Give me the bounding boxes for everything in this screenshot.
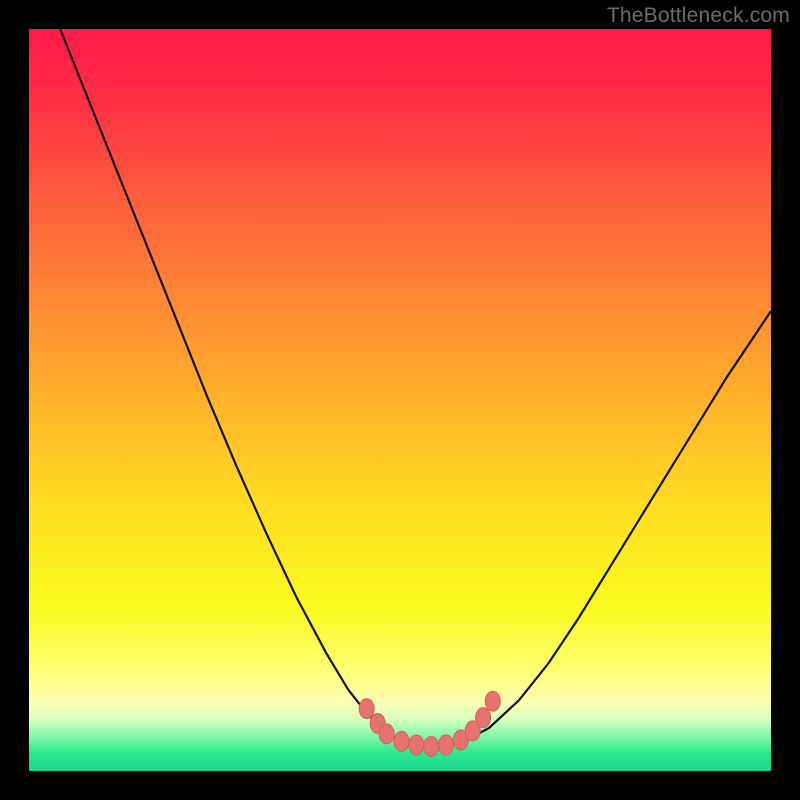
bottleneck-curve xyxy=(29,29,771,771)
curve-bead xyxy=(476,708,491,728)
curve-bead xyxy=(409,735,424,755)
curve-bead xyxy=(485,691,500,711)
outer-frame: TheBottleneck.com xyxy=(0,0,800,800)
curve-bead xyxy=(359,699,374,719)
plot-area xyxy=(29,29,771,771)
curve-bead xyxy=(379,724,394,744)
watermark-text: TheBottleneck.com xyxy=(607,4,790,28)
curve-bead xyxy=(424,737,439,757)
curve-bead xyxy=(439,735,454,755)
curve-bead xyxy=(394,731,409,751)
